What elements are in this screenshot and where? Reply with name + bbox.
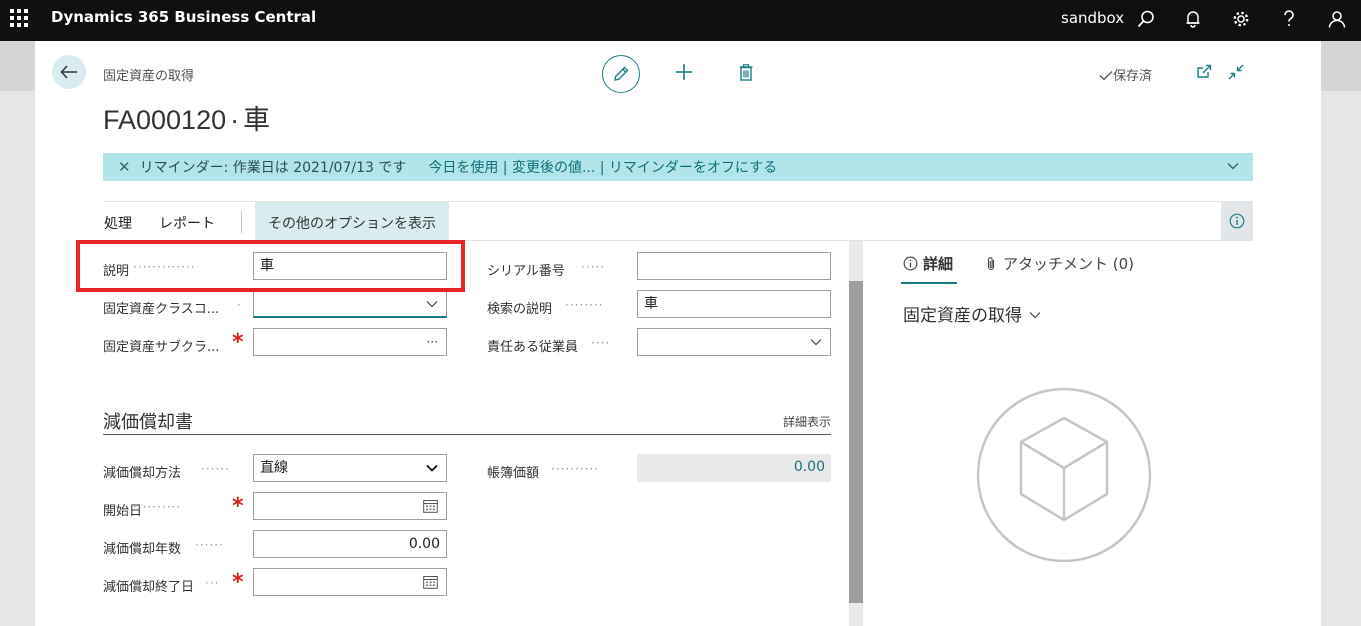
card-page: 固定資産の取得 FA000120 · 車 保存済 ✕ リマインダー: 作業日は 20… bbox=[35, 41, 1321, 626]
book-value-label: 帳簿価額 bbox=[487, 466, 540, 481]
reminder-text: リマインダー: 作業日は 2021/07/13 です bbox=[139, 160, 407, 176]
collapse-icon bbox=[1228, 64, 1244, 80]
serial-no-field[interactable] bbox=[637, 252, 831, 280]
calendar-icon[interactable] bbox=[423, 493, 438, 522]
chevron-down-icon bbox=[1029, 312, 1041, 319]
fa-class-code-label: 固定資産クラスコ... bbox=[103, 302, 220, 317]
new-button[interactable] bbox=[673, 61, 695, 83]
save-status: 保存済 bbox=[1099, 65, 1152, 84]
depreciation-end-date-dots: ··· bbox=[205, 576, 220, 590]
app-launcher-icon[interactable] bbox=[10, 9, 28, 27]
action-bar: 処理 レポート その他のオプションを表示 bbox=[103, 201, 1253, 241]
start-date-field[interactable] bbox=[253, 492, 447, 520]
top-bar: Dynamics 365 Business Central sandbox bbox=[0, 0, 1361, 41]
trash-icon bbox=[739, 63, 753, 81]
action-report[interactable]: レポート bbox=[159, 213, 215, 233]
page-title: FA000120 · 車 bbox=[103, 98, 270, 137]
book-value-field[interactable]: 0.00 bbox=[637, 454, 831, 482]
breadcrumb: 固定資産の取得 bbox=[103, 69, 195, 84]
depreciation-years-label: 減価償却年数 bbox=[103, 542, 182, 557]
depreciation-years-field[interactable]: 0.00 bbox=[253, 530, 447, 558]
depreciation-method-select[interactable]: 直線 bbox=[253, 454, 447, 482]
responsible-employee-label: 責任ある従業員 bbox=[487, 340, 579, 355]
back-button[interactable] bbox=[52, 55, 86, 89]
environment-name: sandbox bbox=[1061, 9, 1125, 27]
book-value-dots: ·········· bbox=[551, 462, 600, 476]
search-description-field[interactable]: 車 bbox=[637, 290, 831, 318]
depreciation-end-date-label: 減価償却終了日 bbox=[103, 580, 195, 595]
factbox-title-text: 固定資産の取得 bbox=[903, 306, 1022, 326]
app-title[interactable]: Dynamics 365 Business Central bbox=[51, 8, 316, 26]
serial-no-label: シリアル番号 bbox=[487, 264, 565, 279]
help-icon[interactable] bbox=[1278, 8, 1300, 30]
responsible-employee-dots: ···· bbox=[591, 336, 611, 350]
search-description-dots: ········ bbox=[565, 298, 604, 312]
serial-no-dots: ····· bbox=[581, 260, 606, 274]
user-icon[interactable] bbox=[1326, 8, 1348, 30]
fa-class-code-field[interactable] bbox=[253, 290, 447, 318]
search-icon[interactable] bbox=[1135, 8, 1157, 30]
factbox-tab-indicator bbox=[901, 282, 957, 284]
required-indicator: * bbox=[232, 330, 244, 355]
show-more-link[interactable]: 詳細表示 bbox=[783, 413, 831, 430]
search-description-label: 検索の説明 bbox=[487, 302, 553, 317]
depreciation-method-dots: ······ bbox=[201, 462, 230, 476]
info-icon bbox=[903, 256, 918, 271]
depreciation-end-date-field[interactable] bbox=[253, 568, 447, 596]
edit-button[interactable] bbox=[602, 55, 640, 93]
chevron-down-icon[interactable] bbox=[1227, 158, 1239, 174]
reminder-bar: ✕ リマインダー: 作業日は 2021/07/13 です 今日を使用 | 変更後… bbox=[103, 153, 1253, 181]
gear-icon[interactable] bbox=[1230, 8, 1252, 30]
depreciation-method-value: 直線 bbox=[260, 460, 288, 476]
fa-class-code-dots: · bbox=[237, 298, 242, 312]
fa-subclass-field[interactable]: ··· bbox=[253, 328, 447, 356]
lookup-button[interactable]: ··· bbox=[427, 329, 438, 355]
open-new-window-icon bbox=[1197, 64, 1212, 78]
scrollbar-thumb[interactable] bbox=[849, 281, 863, 603]
action-divider bbox=[241, 211, 242, 233]
collapse-button[interactable] bbox=[1227, 63, 1245, 81]
info-pane-button[interactable] bbox=[1221, 202, 1253, 240]
scrollbar[interactable] bbox=[849, 241, 863, 626]
record-number: FA000120 bbox=[103, 105, 227, 135]
info-icon bbox=[1229, 213, 1245, 229]
plus-icon bbox=[676, 64, 692, 80]
bell-icon[interactable] bbox=[1182, 8, 1204, 30]
responsible-employee-field[interactable] bbox=[637, 328, 831, 356]
factbox-tab-details-label: 詳細 bbox=[923, 255, 954, 273]
action-process[interactable]: 処理 bbox=[104, 213, 132, 233]
open-new-window-button[interactable] bbox=[1195, 63, 1213, 81]
reminder-actions[interactable]: 今日を使用 | 変更後の値... | リマインダーをオフにする bbox=[428, 157, 777, 177]
save-status-text: 保存済 bbox=[1113, 69, 1153, 84]
highlight-annotation bbox=[76, 240, 465, 292]
fa-subclass-label: 固定資産サブクラ... bbox=[103, 340, 220, 355]
required-indicator: * bbox=[232, 570, 244, 595]
chevron-down-icon[interactable] bbox=[426, 455, 438, 481]
factbox-tab-attachments[interactable]: アタッチメント (0) bbox=[985, 253, 1134, 274]
title-separator: · bbox=[230, 105, 240, 135]
required-indicator: * bbox=[232, 494, 244, 519]
chevron-down-icon[interactable] bbox=[426, 291, 438, 317]
delete-button[interactable] bbox=[735, 61, 757, 83]
depreciation-method-label: 減価償却方法 bbox=[103, 466, 182, 481]
chevron-down-icon[interactable] bbox=[810, 329, 822, 355]
pencil-icon bbox=[614, 66, 629, 81]
factbox-tab-attachments-label: アタッチメント (0) bbox=[1003, 255, 1135, 273]
fixed-asset-placeholder-icon bbox=[975, 386, 1153, 564]
factbox-tab-details[interactable]: 詳細 bbox=[903, 253, 953, 274]
start-date-dots: ·········· bbox=[133, 500, 182, 514]
check-icon bbox=[1099, 71, 1113, 81]
close-reminder-icon[interactable]: ✕ bbox=[118, 158, 131, 176]
show-more-options-button[interactable]: その他のオプションを表示 bbox=[255, 202, 449, 240]
factbox-title[interactable]: 固定資産の取得 bbox=[903, 301, 1041, 326]
section-divider bbox=[103, 434, 831, 435]
paperclip-icon bbox=[987, 256, 995, 270]
record-name: 車 bbox=[243, 105, 271, 135]
depreciation-section-title[interactable]: 減価償却書 bbox=[103, 408, 193, 434]
calendar-icon[interactable] bbox=[423, 569, 438, 598]
depreciation-years-dots: ······ bbox=[195, 538, 224, 552]
